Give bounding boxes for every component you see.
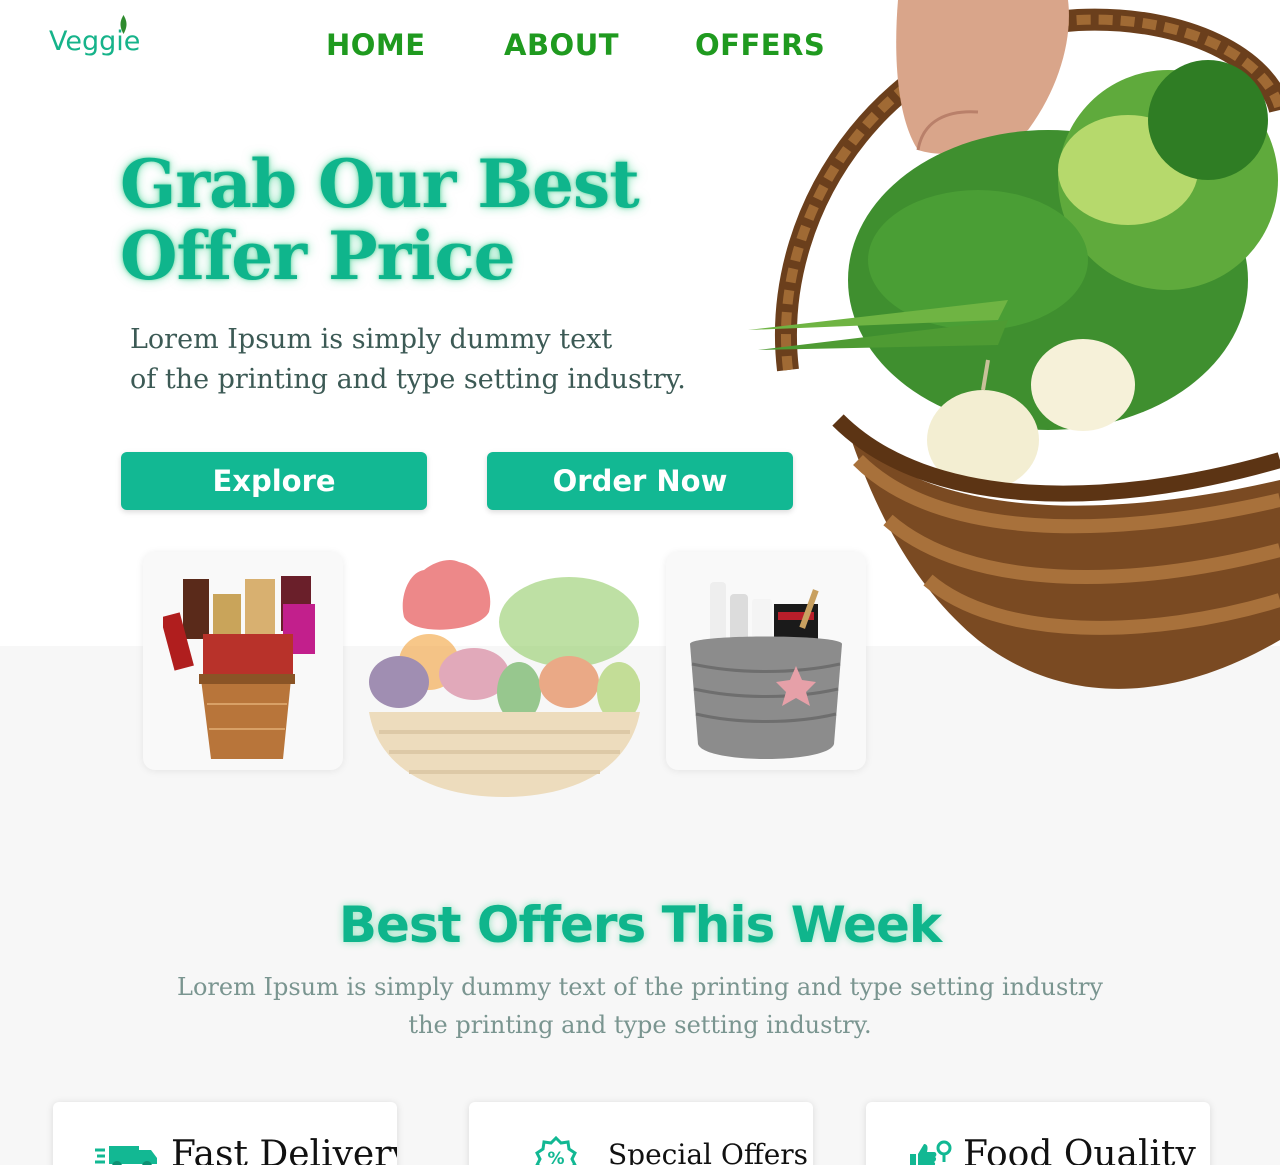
hero-subtitle-line2: of the printing and type setting industr…: [130, 364, 686, 395]
product-card-storage-basket[interactable]: [666, 552, 866, 770]
feature-label: Food Quality: [963, 1134, 1196, 1165]
section-description-line2: the printing and type setting industry.: [408, 1011, 872, 1039]
nav-about[interactable]: ABOUT: [504, 28, 619, 62]
storage-basket-image: [690, 582, 842, 759]
leaf-icon: [120, 15, 127, 34]
product-card-gift-basket[interactable]: [143, 552, 343, 770]
hero-subtitle: Lorem Ipsum is simply dummy text of the …: [130, 320, 730, 400]
nav-home[interactable]: HOME: [326, 28, 426, 62]
section-description: Lorem Ipsum is simply dummy text of the …: [0, 968, 1280, 1044]
hero-subtitle-line1: Lorem Ipsum is simply dummy text: [130, 324, 613, 355]
explore-button[interactable]: Explore: [121, 452, 427, 510]
feature-label: Fast Delivery: [171, 1134, 397, 1165]
svg-text:%: %: [547, 1149, 564, 1165]
hero-title-line1: Grab Our Best: [120, 145, 640, 223]
gift-basket-image: [163, 576, 315, 759]
feature-card-fast-delivery[interactable]: Fast Delivery: [53, 1102, 397, 1165]
order-now-button[interactable]: Order Now: [487, 452, 793, 510]
quality-thumb-icon: [910, 1140, 952, 1165]
feature-card-special-offers[interactable]: % Special Offers: [469, 1102, 813, 1165]
hero-title-line2: Offer Price: [120, 217, 516, 295]
section-title: Best Offers This Week: [338, 896, 942, 954]
section-description-line1: Lorem Ipsum is simply dummy text of the …: [177, 973, 1103, 1001]
hero-title: Grab Our Best Offer Price: [120, 148, 720, 292]
vegetable-bowl-image[interactable]: [369, 552, 640, 802]
delivery-truck-icon: [95, 1146, 157, 1165]
percent-badge-icon: %: [535, 1136, 577, 1165]
feature-label: Special Offers: [608, 1138, 809, 1165]
feature-card-food-quality[interactable]: Food Quality: [866, 1102, 1210, 1165]
